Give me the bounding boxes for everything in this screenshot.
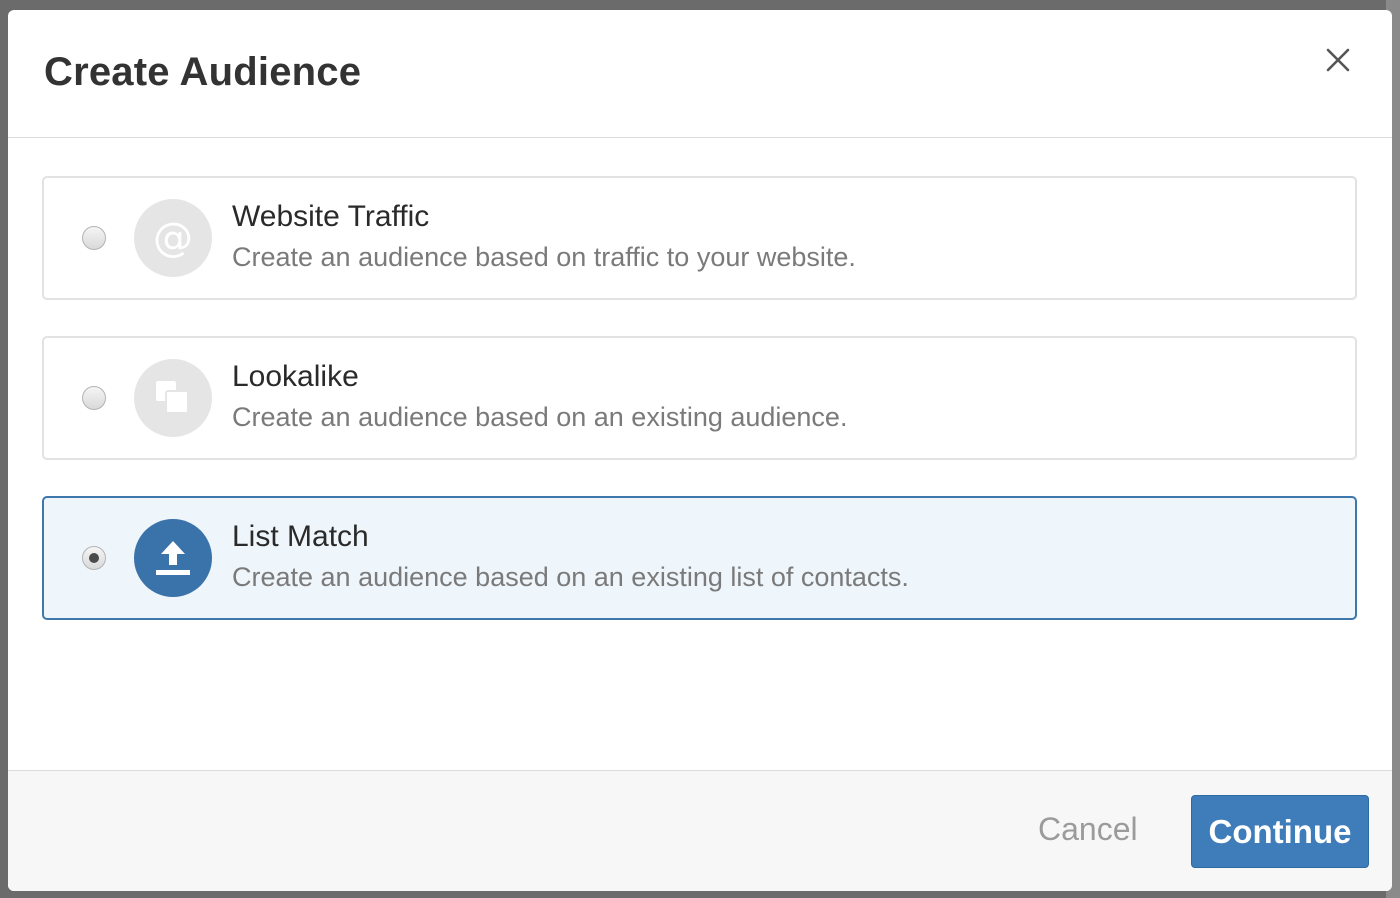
create-audience-dialog: Create Audience @ Website Traffic Create… bbox=[8, 10, 1392, 891]
upload-icon bbox=[134, 519, 212, 597]
svg-text:@: @ bbox=[153, 215, 193, 261]
option-list-match[interactable]: List Match Create an audience based on a… bbox=[42, 496, 1357, 620]
option-title: Lookalike bbox=[232, 360, 359, 393]
option-description: Create an audience based on an existing … bbox=[232, 562, 909, 592]
option-lookalike[interactable]: Lookalike Create an audience based on an… bbox=[42, 336, 1357, 460]
option-website-traffic[interactable]: @ Website Traffic Create an audience bas… bbox=[42, 176, 1357, 300]
cancel-button[interactable]: Cancel bbox=[1038, 811, 1138, 848]
dialog-footer: Cancel Continue bbox=[8, 770, 1392, 891]
continue-button[interactable]: Continue bbox=[1191, 795, 1369, 868]
list-match-radio[interactable] bbox=[82, 546, 106, 570]
website-traffic-radio[interactable] bbox=[82, 226, 106, 250]
dialog-title: Create Audience bbox=[44, 50, 362, 94]
close-icon bbox=[1326, 48, 1350, 72]
dialog-header: Create Audience bbox=[8, 10, 1392, 138]
option-description: Create an audience based on traffic to y… bbox=[232, 242, 856, 272]
lookalike-radio[interactable] bbox=[82, 386, 106, 410]
close-button[interactable] bbox=[1318, 40, 1358, 80]
option-title: List Match bbox=[232, 520, 369, 553]
option-description: Create an audience based on an existing … bbox=[232, 402, 848, 432]
radio-selected-dot bbox=[89, 553, 99, 563]
duplicate-icon bbox=[134, 359, 212, 437]
at-sign-icon: @ bbox=[134, 199, 212, 277]
option-title: Website Traffic bbox=[232, 200, 430, 233]
audience-type-options: @ Website Traffic Create an audience bas… bbox=[42, 176, 1357, 656]
